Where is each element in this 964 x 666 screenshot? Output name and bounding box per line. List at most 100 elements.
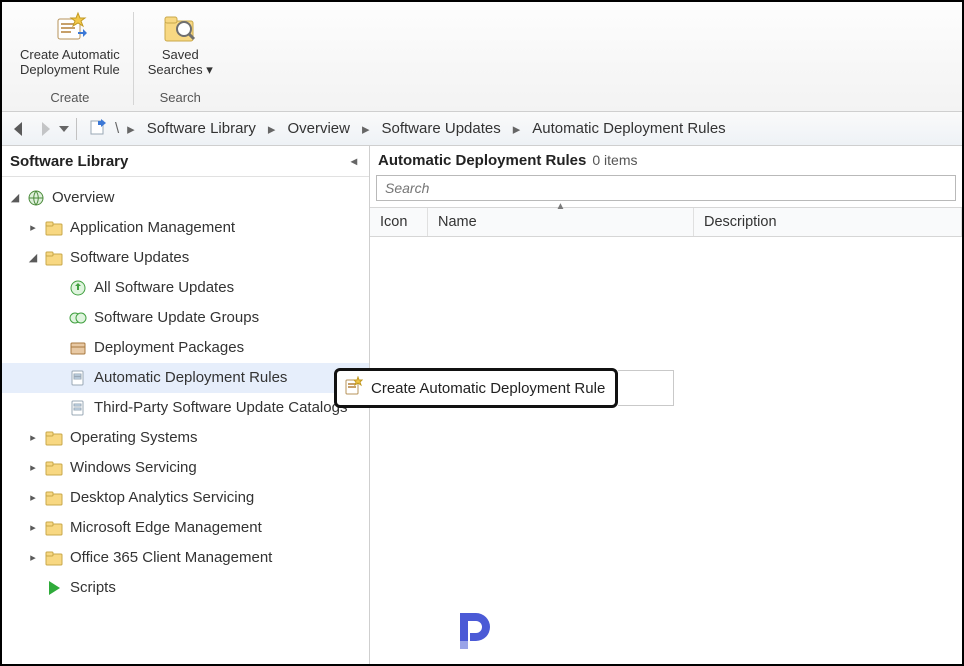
nav-history-dropdown[interactable] bbox=[58, 117, 70, 141]
tree-label: Automatic Deployment Rules bbox=[94, 363, 287, 393]
crumb-overview[interactable]: Overview bbox=[281, 117, 356, 140]
expander-icon[interactable]: ▸ bbox=[26, 221, 40, 235]
create-adr-menu-icon bbox=[343, 376, 363, 400]
ribbon-group-create: Create Automatic Deployment Rule Create bbox=[6, 6, 134, 111]
folder-icon bbox=[44, 248, 64, 268]
nav-bar: \ ▸ Software Library ▸ Overview ▸ Softwa… bbox=[2, 112, 962, 146]
tree-node-software-updates[interactable]: ◢ Software Updates bbox=[2, 243, 369, 273]
updates-icon bbox=[68, 278, 88, 298]
expander-icon[interactable]: ▸ bbox=[26, 431, 40, 445]
tree-node-app-mgmt[interactable]: ▸ Application Management bbox=[2, 213, 369, 243]
folder-icon bbox=[44, 548, 64, 568]
expander-icon[interactable]: ▸ bbox=[26, 461, 40, 475]
search-input[interactable] bbox=[376, 175, 956, 201]
tree-node-os[interactable]: ▸ Operating Systems bbox=[2, 423, 369, 453]
globe-icon bbox=[26, 188, 46, 208]
tree-node-adr[interactable]: ▸ Automatic Deployment Rules bbox=[2, 363, 369, 393]
tree-label: Desktop Analytics Servicing bbox=[70, 483, 254, 513]
breadcrumb-root: \ bbox=[113, 120, 121, 137]
play-icon bbox=[44, 578, 64, 598]
tree-label: Software Updates bbox=[70, 243, 189, 273]
search-row bbox=[370, 175, 962, 207]
tree-label: Windows Servicing bbox=[70, 453, 197, 483]
folder-icon bbox=[44, 488, 64, 508]
create-adr-label: Create Automatic Deployment Rule bbox=[20, 48, 120, 78]
main-header: Automatic Deployment Rules 0 items bbox=[370, 146, 962, 175]
ribbon: Create Automatic Deployment Rule Create … bbox=[2, 2, 962, 112]
crumb-adr[interactable]: Automatic Deployment Rules bbox=[526, 117, 731, 140]
main-title: Automatic Deployment Rules bbox=[378, 152, 586, 169]
col-description[interactable]: Description bbox=[694, 208, 962, 236]
context-create-adr-label: Create Automatic Deployment Rule bbox=[371, 380, 605, 397]
tree-node-overview[interactable]: ◢ Overview bbox=[2, 183, 369, 213]
updates-group-icon bbox=[68, 308, 88, 328]
pane-collapse-button[interactable]: ◂ bbox=[347, 152, 361, 170]
package-icon bbox=[68, 338, 88, 358]
content-area: Software Library ◂ ◢ Overview ▸ Applicat… bbox=[2, 146, 962, 664]
tree-node-edge-mgmt[interactable]: ▸ Microsoft Edge Management bbox=[2, 513, 369, 543]
context-menu-trail bbox=[618, 370, 674, 406]
nav-separator bbox=[76, 118, 77, 140]
expander-icon[interactable]: ▸ bbox=[26, 551, 40, 565]
tree-node-all-software-updates[interactable]: ▸ All Software Updates bbox=[2, 273, 369, 303]
folder-icon bbox=[44, 218, 64, 238]
tree-node-scripts[interactable]: ▸ Scripts bbox=[2, 573, 369, 603]
crumb-software-library[interactable]: Software Library bbox=[141, 117, 262, 140]
tree-label: Office 365 Client Management bbox=[70, 543, 272, 573]
tree-label: Deployment Packages bbox=[94, 333, 244, 363]
tree-label: Application Management bbox=[70, 213, 235, 243]
tree-node-third-party[interactable]: ▸ Third-Party Software Update Catalogs bbox=[2, 393, 369, 423]
adr-icon bbox=[68, 368, 88, 388]
folder-icon bbox=[44, 428, 64, 448]
create-adr-button[interactable]: Create Automatic Deployment Rule bbox=[16, 8, 124, 80]
item-count: 0 items bbox=[592, 152, 637, 168]
col-name[interactable]: ▲ Name bbox=[428, 208, 694, 236]
tree-node-windows-servicing[interactable]: ▸ Windows Servicing bbox=[2, 453, 369, 483]
folder-icon bbox=[44, 518, 64, 538]
nav-back-button[interactable] bbox=[7, 117, 31, 141]
ribbon-group-title-search: Search bbox=[160, 90, 201, 105]
saved-searches-button[interactable]: Saved Searches ▾ bbox=[144, 8, 217, 80]
tree-label: All Software Updates bbox=[94, 273, 234, 303]
folder-icon bbox=[44, 458, 64, 478]
expander-icon[interactable]: ◢ bbox=[26, 251, 40, 265]
saved-searches-icon bbox=[162, 10, 198, 46]
tree-label: Scripts bbox=[70, 573, 116, 603]
context-menu: Create Automatic Deployment Rule bbox=[334, 368, 674, 408]
column-headers: Icon ▲ Name Description bbox=[370, 207, 962, 237]
tree-label: Third-Party Software Update Catalogs bbox=[94, 393, 347, 423]
tree-label: Software Update Groups bbox=[94, 303, 259, 333]
tree-label: Operating Systems bbox=[70, 423, 198, 453]
tree-label: Microsoft Edge Management bbox=[70, 513, 262, 543]
nav-forward-button[interactable] bbox=[33, 117, 57, 141]
crumb-software-updates[interactable]: Software Updates bbox=[376, 117, 507, 140]
tree-node-deployment-packages[interactable]: ▸ Deployment Packages bbox=[2, 333, 369, 363]
tree-node-o365[interactable]: ▸ Office 365 Client Management bbox=[2, 543, 369, 573]
breadcrumb: \ ▸ Software Library ▸ Overview ▸ Softwa… bbox=[113, 117, 732, 140]
tree-pane: Software Library ◂ ◢ Overview ▸ Applicat… bbox=[2, 146, 370, 664]
catalog-icon bbox=[68, 398, 88, 418]
ribbon-group-title-create: Create bbox=[50, 90, 89, 105]
nav-root-icon[interactable] bbox=[83, 118, 113, 139]
tree: ◢ Overview ▸ Application Management ◢ So… bbox=[2, 177, 369, 664]
chevron-right-icon: ▸ bbox=[125, 120, 137, 138]
watermark-logo bbox=[454, 607, 498, 654]
create-adr-icon bbox=[52, 10, 88, 46]
tree-node-su-groups[interactable]: ▸ Software Update Groups bbox=[2, 303, 369, 333]
saved-searches-label: Saved Searches ▾ bbox=[148, 48, 213, 78]
ribbon-group-search: Saved Searches ▾ Search bbox=[134, 6, 227, 111]
chevron-right-icon: ▸ bbox=[511, 120, 523, 138]
chevron-right-icon: ▸ bbox=[266, 120, 278, 138]
chevron-right-icon: ▸ bbox=[360, 120, 372, 138]
tree-title: Software Library bbox=[10, 153, 128, 170]
tree-pane-header: Software Library ◂ bbox=[2, 146, 369, 177]
expander-icon[interactable]: ▸ bbox=[26, 521, 40, 535]
main-pane: Automatic Deployment Rules 0 items Icon … bbox=[370, 146, 962, 664]
context-create-adr[interactable]: Create Automatic Deployment Rule bbox=[334, 368, 618, 408]
expander-icon[interactable]: ◢ bbox=[8, 191, 22, 205]
tree-node-desktop-analytics[interactable]: ▸ Desktop Analytics Servicing bbox=[2, 483, 369, 513]
col-icon[interactable]: Icon bbox=[370, 208, 428, 236]
col-name-label: Name bbox=[438, 214, 477, 230]
tree-label: Overview bbox=[52, 183, 115, 213]
expander-icon[interactable]: ▸ bbox=[26, 491, 40, 505]
